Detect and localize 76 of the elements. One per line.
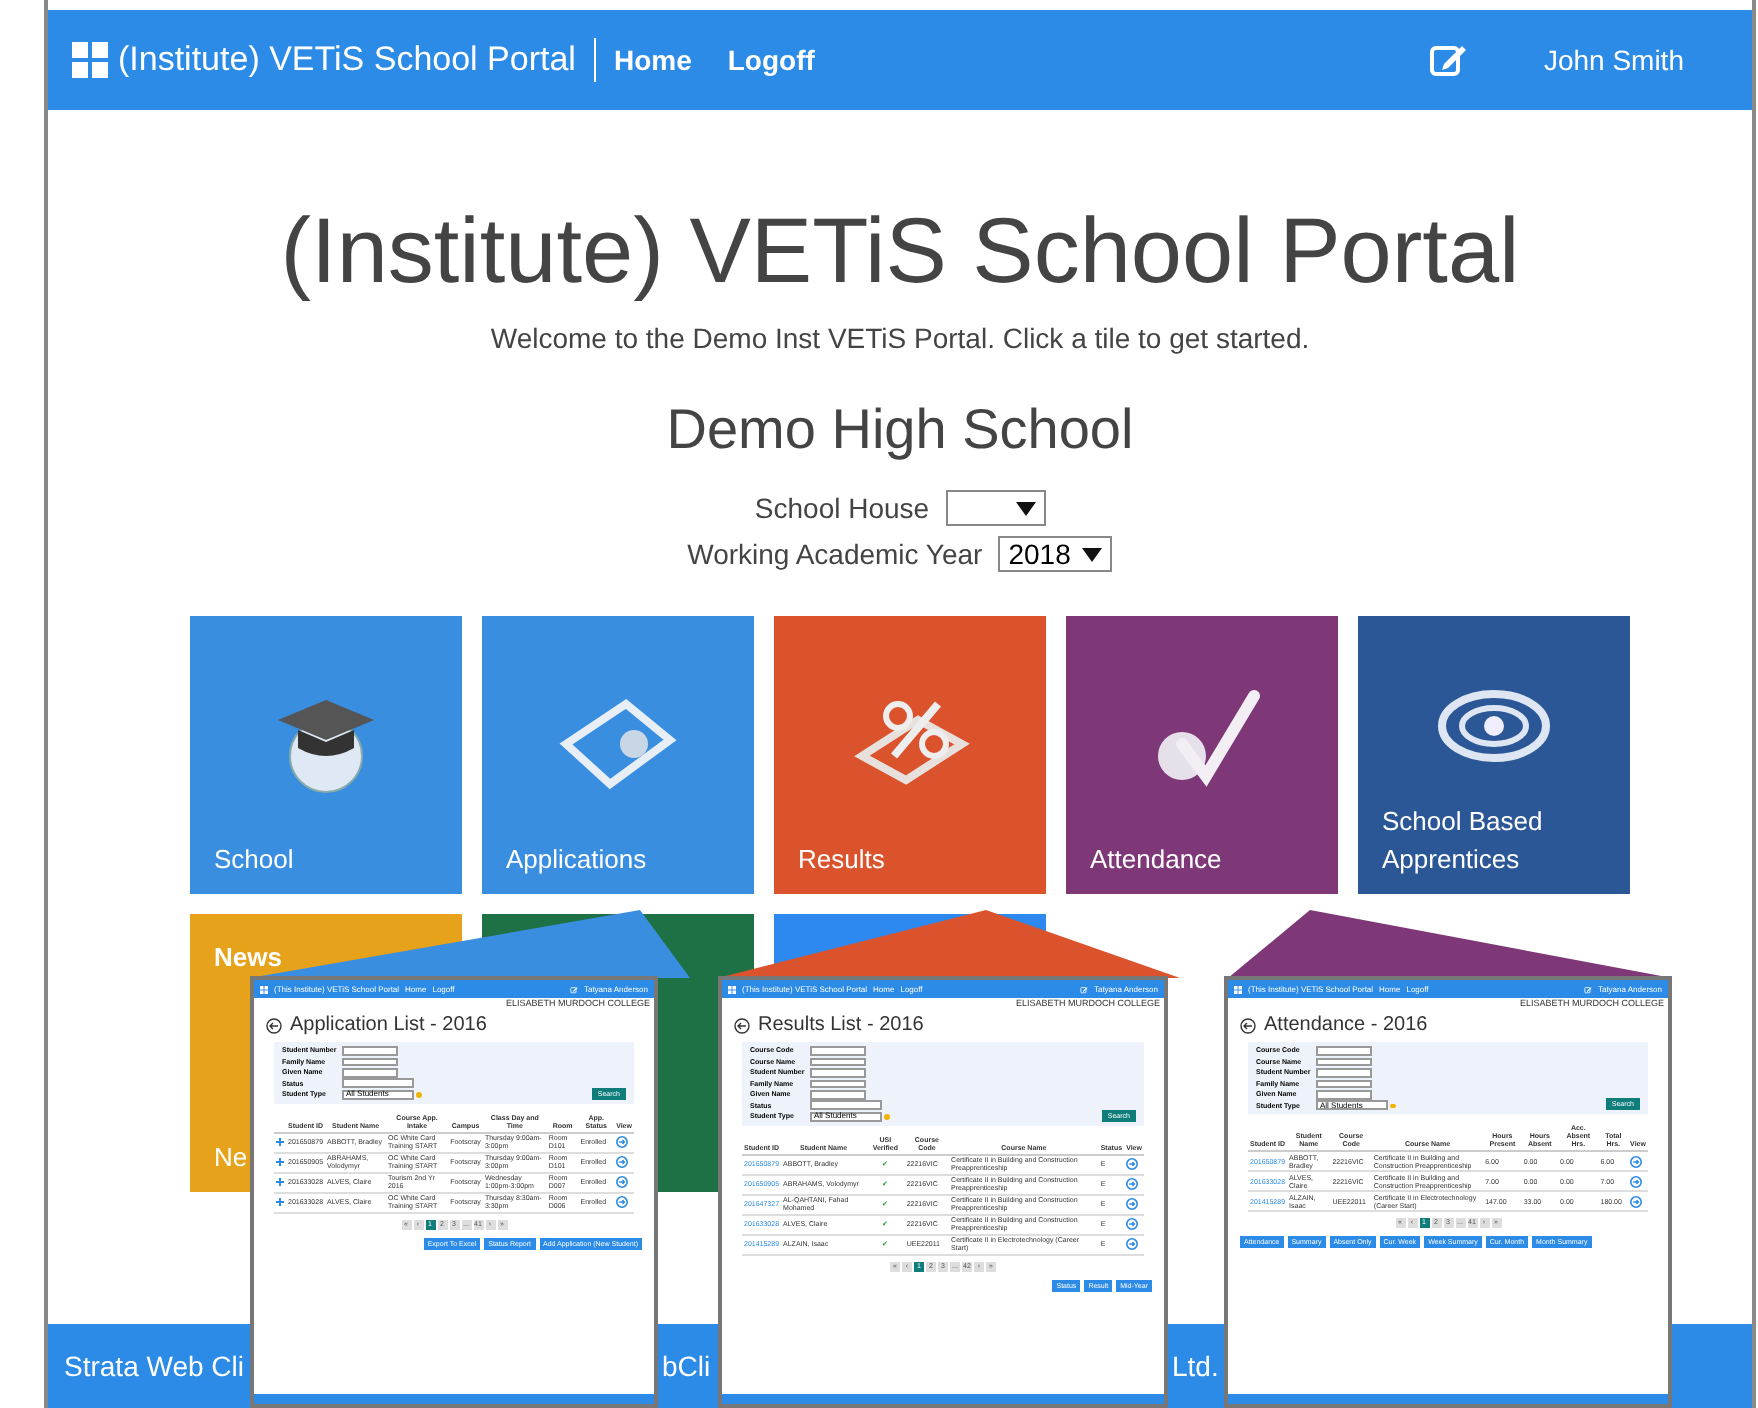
- info-icon: [884, 1114, 889, 1119]
- view-arrow-icon[interactable]: [1126, 1158, 1139, 1171]
- view-arrow-icon[interactable]: [1630, 1175, 1643, 1188]
- filter-label: School House: [754, 489, 930, 527]
- view-arrow-icon[interactable]: [1126, 1238, 1139, 1251]
- input-field[interactable]: [1316, 1090, 1372, 1099]
- tile-caption: School Based Apprentices: [1382, 804, 1545, 878]
- view-arrow-icon[interactable]: [1630, 1195, 1643, 1208]
- input-field[interactable]: [342, 1046, 398, 1055]
- tile-caption: Results: [798, 842, 885, 878]
- expand-plus-icon[interactable]: [276, 1178, 284, 1187]
- tile[interactable]: School: [190, 616, 462, 894]
- tile-caption: Applications: [506, 842, 647, 878]
- nav-link[interactable]: Logoff: [727, 39, 815, 81]
- user-name[interactable]: John Smith: [1543, 39, 1684, 81]
- input-field[interactable]: [810, 1057, 866, 1066]
- input-field[interactable]: [1316, 1079, 1372, 1088]
- school-name: Demo High School: [666, 396, 1134, 464]
- grid-icon: [1234, 985, 1242, 993]
- edit-icon[interactable]: [1079, 985, 1088, 993]
- app-grid-icon: [72, 42, 108, 78]
- select-field[interactable]: [342, 1078, 414, 1089]
- info-icon: [416, 1092, 421, 1097]
- select-field[interactable]: [810, 1100, 882, 1111]
- grid-icon: [260, 985, 268, 993]
- tile[interactable]: Attendance: [1066, 616, 1338, 894]
- input-field[interactable]: [1316, 1068, 1372, 1077]
- input-field[interactable]: [342, 1057, 398, 1066]
- back-arrow-icon[interactable]: [734, 1017, 750, 1034]
- view-arrow-icon[interactable]: [616, 1156, 629, 1169]
- edit-icon[interactable]: [1427, 40, 1468, 80]
- info-icon: [1390, 1103, 1395, 1108]
- input-field[interactable]: [1316, 1046, 1372, 1055]
- view-arrow-icon[interactable]: [1126, 1178, 1139, 1191]
- expand-plus-icon[interactable]: [276, 1158, 284, 1167]
- input-field[interactable]: [810, 1090, 866, 1099]
- view-arrow-icon[interactable]: [616, 1136, 629, 1149]
- dropdown-select[interactable]: 2018: [998, 536, 1113, 572]
- view-arrow-icon[interactable]: [1126, 1198, 1139, 1211]
- input-field[interactable]: [342, 1068, 398, 1077]
- page-title: Attendance - 2016: [1264, 1013, 1428, 1038]
- back-arrow-icon[interactable]: [266, 1017, 282, 1034]
- tile-caption: School: [214, 842, 294, 878]
- edit-icon[interactable]: [1583, 985, 1592, 993]
- input-field[interactable]: [810, 1068, 866, 1077]
- input-field[interactable]: [810, 1079, 866, 1088]
- page-heading: (Institute) VETiS School Portal: [280, 196, 1520, 306]
- view-arrow-icon[interactable]: [616, 1176, 629, 1189]
- view-arrow-icon[interactable]: [1630, 1155, 1643, 1168]
- footer-text: Strata Web Cli: [64, 1349, 244, 1381]
- tile-caption: Attendance: [1090, 842, 1222, 878]
- footer-text: bCli: [662, 1349, 711, 1381]
- footer-text: Ltd.: [1172, 1349, 1219, 1381]
- view-arrow-icon[interactable]: [616, 1196, 629, 1209]
- filter-label: Working Academic Year: [687, 535, 983, 574]
- input-field[interactable]: [1316, 1057, 1372, 1066]
- nav-link[interactable]: Home: [613, 39, 692, 81]
- caret-icon: [1015, 501, 1036, 515]
- dropdown-select[interactable]: [945, 490, 1046, 526]
- expand-plus-icon[interactable]: [276, 1198, 284, 1207]
- input-field[interactable]: [810, 1046, 866, 1055]
- welcome-text: Welcome to the Demo Inst VETiS Portal. Click a tile to get started.: [490, 320, 1310, 358]
- edit-icon[interactable]: [569, 985, 578, 993]
- caret-icon: [1082, 547, 1103, 561]
- expand-plus-icon[interactable]: [276, 1138, 284, 1147]
- tile[interactable]: Results: [774, 616, 1046, 894]
- view-arrow-icon[interactable]: [1126, 1218, 1139, 1231]
- tile-caption: Ne: [214, 1140, 248, 1176]
- tile[interactable]: School Based Apprentices: [1358, 616, 1630, 894]
- tile-title: News: [214, 940, 284, 976]
- page-title: Application List - 2016: [290, 1013, 487, 1038]
- tile[interactable]: Applications: [482, 616, 754, 894]
- portal-title[interactable]: (Institute) VETiS School Portal: [118, 34, 576, 86]
- grid-icon: [728, 985, 736, 993]
- back-arrow-icon[interactable]: [1240, 1017, 1256, 1034]
- page-title: Results List - 2016: [758, 1013, 924, 1038]
